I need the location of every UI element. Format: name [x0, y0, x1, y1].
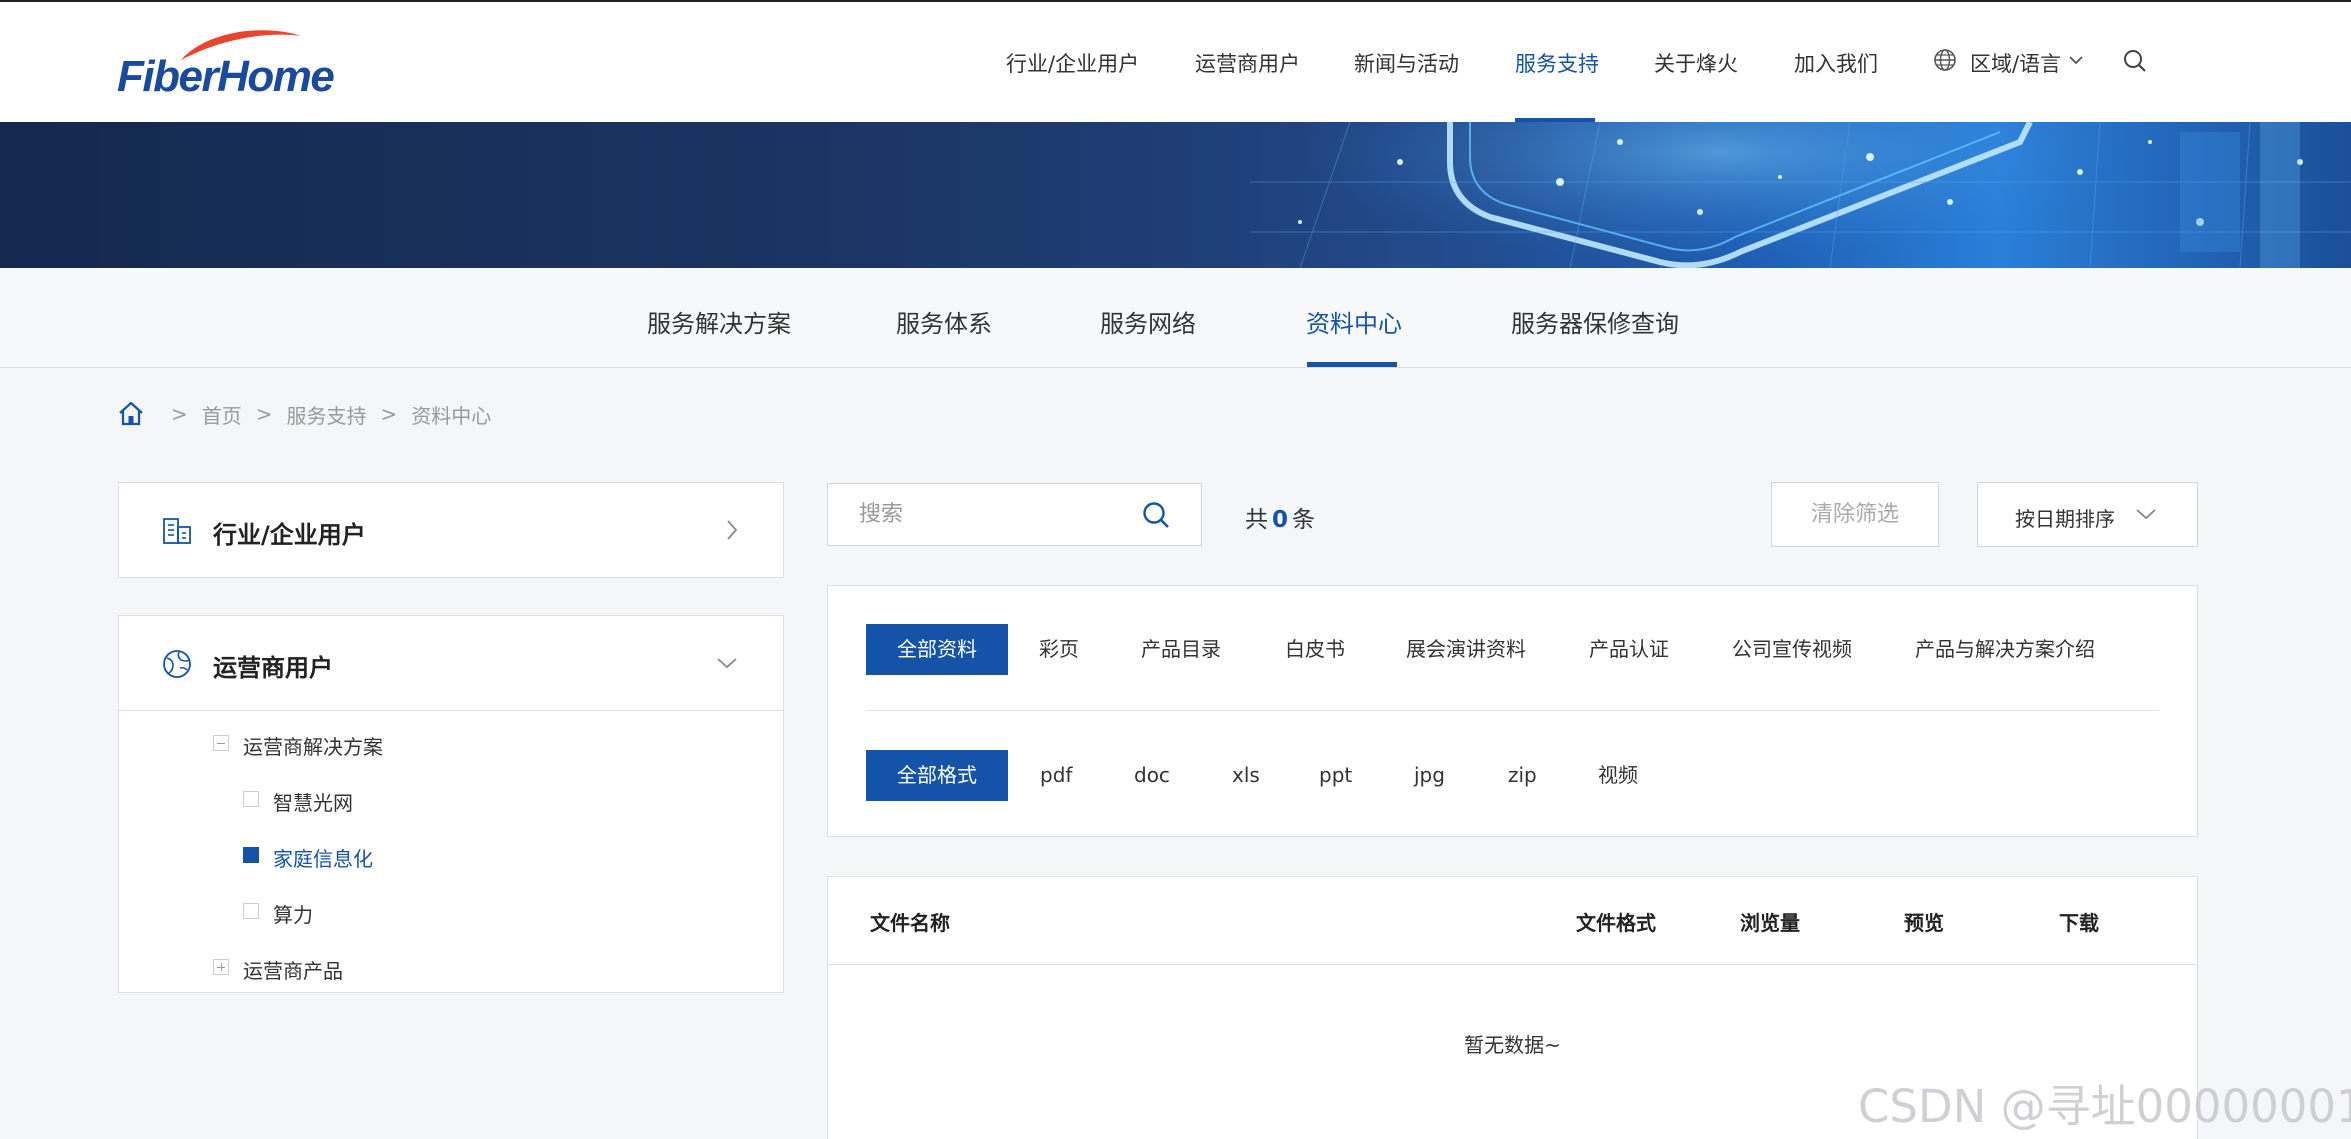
chevron-right-icon[interactable] — [725, 518, 739, 542]
circuit-board-illustration — [1250, 122, 2351, 268]
hero-banner — [0, 122, 2351, 268]
globe-icon[interactable] — [1933, 48, 1957, 72]
filter-category-catalog[interactable]: 产品目录 — [1141, 624, 1221, 675]
filter-format-doc[interactable]: doc — [1134, 750, 1170, 801]
tree-node[interactable]: 家庭信息化 — [119, 827, 783, 883]
watermark: CSDN @寻址00000001 — [1858, 1080, 2351, 1133]
filter-category-video[interactable]: 公司宣传视频 — [1732, 624, 1852, 675]
breadcrumb: > 首页 > 服务支持 > 资料中心 — [117, 399, 491, 429]
expand-icon[interactable] — [213, 959, 229, 975]
nav-item-about[interactable]: 关于烽火 — [1654, 48, 1738, 78]
column-header-views: 浏览量 — [1740, 911, 1800, 935]
filter-format-all[interactable]: 全部格式 — [866, 750, 1008, 801]
tab-warranty-lookup[interactable]: 服务器保修查询 — [1511, 304, 1679, 339]
column-header-format: 文件格式 — [1576, 911, 1656, 935]
breadcrumb-separator: > — [255, 402, 273, 426]
filter-format-video[interactable]: 视频 — [1598, 750, 1638, 801]
result-count: 共0条 — [1245, 500, 1315, 534]
nav-item-news[interactable]: 新闻与活动 — [1354, 48, 1459, 78]
filter-format-ppt[interactable]: ppt — [1319, 750, 1352, 801]
sidebar-section-header[interactable]: 运营商用户 — [119, 616, 783, 710]
globe-icon — [163, 650, 191, 678]
nav-item-industry[interactable]: 行业/企业用户 — [1006, 48, 1139, 78]
tree-node[interactable]: 运营商产品 — [119, 939, 783, 995]
top-header: FiberHome 行业/企业用户 运营商用户 新闻与活动 服务支持 关于烽火 … — [0, 0, 2351, 122]
count-value: 0 — [1272, 507, 1289, 533]
tree-node-label[interactable]: 运营商产品 — [243, 955, 343, 984]
breadcrumb-separator: > — [171, 402, 188, 426]
collapse-icon[interactable] — [213, 735, 229, 751]
filter-format-zip[interactable]: zip — [1508, 750, 1537, 801]
sub-nav: 服务解决方案 服务体系 服务网络 资料中心 服务器保修查询 — [0, 268, 2351, 368]
tree-node-label[interactable]: 家庭信息化 — [273, 843, 373, 872]
sidebar-section-title: 行业/企业用户 — [213, 521, 366, 549]
filter-category-intro[interactable]: 产品与解决方案介绍 — [1915, 624, 2095, 675]
empty-state-message: 暂无数据~ — [1464, 1033, 1561, 1057]
breadcrumb-home[interactable]: 首页 — [202, 400, 242, 429]
filter-category-expo[interactable]: 展会演讲资料 — [1406, 624, 1526, 675]
column-header-download: 下载 — [2059, 911, 2099, 935]
tree-node[interactable]: 智慧光网 — [119, 771, 783, 827]
filter-format-jpg[interactable]: jpg — [1414, 750, 1445, 801]
breadcrumb-current: 资料中心 — [411, 403, 492, 428]
sort-dropdown[interactable]: 按日期排序 — [1977, 482, 2198, 547]
tree-node-label[interactable]: 算力 — [273, 899, 313, 928]
count-prefix: 共 — [1245, 507, 1268, 533]
search-icon[interactable] — [1141, 500, 1171, 530]
search-icon[interactable] — [2122, 48, 2148, 74]
table-header-row: 文件名称 文件格式 浏览量 预览 下载 — [828, 877, 2197, 965]
subnav-active-indicator — [1307, 362, 1397, 367]
search-input[interactable] — [828, 484, 1138, 545]
search-box — [827, 483, 1202, 546]
tree-node-label[interactable]: 智慧光网 — [273, 787, 353, 816]
filter-panel: 全部资料 彩页 产品目录 白皮书 展会演讲资料 产品认证 公司宣传视频 产品与解… — [827, 585, 2198, 837]
tab-resource-center[interactable]: 资料中心 — [1306, 304, 1402, 339]
chevron-down-icon — [2136, 509, 2156, 520]
count-suffix: 条 — [1292, 507, 1316, 533]
filter-divider — [866, 710, 2159, 711]
chevron-down-icon[interactable] — [2068, 54, 2084, 66]
nav-item-join[interactable]: 加入我们 — [1794, 48, 1878, 78]
sidebar-section-title: 运营商用户 — [213, 654, 333, 682]
column-header-preview: 预览 — [1904, 911, 1944, 935]
tab-service-network[interactable]: 服务网络 — [1100, 304, 1196, 339]
sidebar-section-industry[interactable]: 行业/企业用户 — [118, 482, 784, 578]
tree-node-label[interactable]: 运营商解决方案 — [243, 731, 383, 760]
chevron-down-icon[interactable] — [715, 656, 739, 670]
filter-category-certification[interactable]: 产品认证 — [1589, 624, 1669, 675]
breadcrumb-service-support[interactable]: 服务支持 — [287, 400, 367, 429]
sort-label: 按日期排序 — [2015, 507, 2115, 531]
filter-category-whitepaper[interactable]: 白皮书 — [1285, 624, 1345, 675]
checkbox-checked-icon[interactable] — [243, 847, 259, 863]
checkbox-icon[interactable] — [243, 791, 259, 807]
main-nav: 行业/企业用户 运营商用户 新闻与活动 服务支持 关于烽火 加入我们 区域/语言 — [0, 2, 2351, 122]
nav-item-operator[interactable]: 运营商用户 — [1195, 48, 1300, 78]
home-icon[interactable] — [117, 400, 145, 428]
sidebar-section-operator: 运营商用户 运营商解决方案 智慧光网 家庭信息化 算力 运营商产品 — [118, 615, 784, 993]
sidebar-section-header[interactable]: 行业/企业用户 — [119, 483, 783, 577]
nav-item-service-support[interactable]: 服务支持 — [1515, 48, 1599, 78]
breadcrumb-separator: > — [380, 402, 398, 426]
tab-service-system[interactable]: 服务体系 — [896, 304, 992, 339]
clear-filters-button[interactable]: 清除筛选 — [1771, 482, 1939, 547]
building-icon — [163, 518, 191, 544]
filter-format-pdf[interactable]: pdf — [1040, 750, 1072, 801]
tab-service-solutions[interactable]: 服务解决方案 — [647, 304, 791, 339]
tree-node[interactable]: 算力 — [119, 883, 783, 939]
filter-format-xls[interactable]: xls — [1232, 750, 1260, 801]
category-tree: 运营商解决方案 智慧光网 家庭信息化 算力 运营商产品 — [119, 710, 783, 995]
filter-category-all[interactable]: 全部资料 — [866, 624, 1008, 675]
nav-item-region-language[interactable]: 区域/语言 — [1970, 48, 2061, 78]
checkbox-icon[interactable] — [243, 903, 259, 919]
filter-category-brochure[interactable]: 彩页 — [1039, 624, 1079, 675]
tree-node[interactable]: 运营商解决方案 — [119, 715, 783, 771]
column-header-file-name: 文件名称 — [870, 911, 950, 935]
